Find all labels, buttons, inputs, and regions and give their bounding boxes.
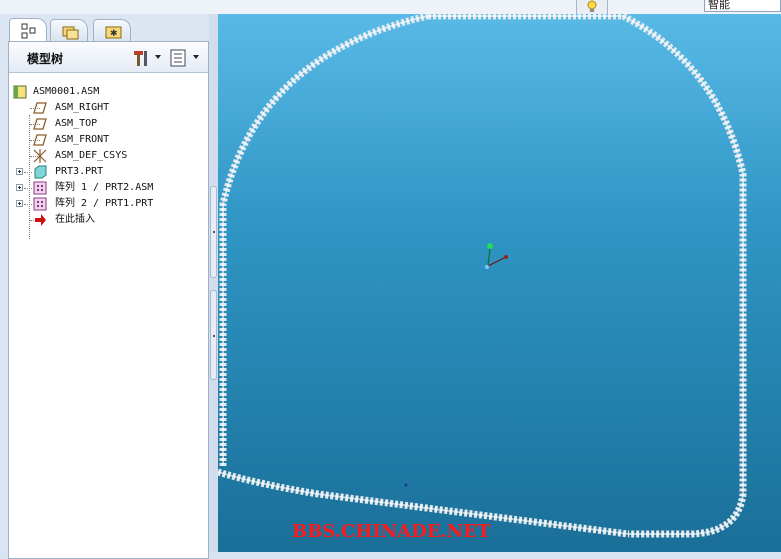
assembly-icon [13,85,27,99]
chevron-down-icon [193,55,199,59]
csys-icon [33,149,47,163]
tree-connector [24,172,32,173]
small-point-marker [404,483,408,487]
tree-show-button[interactable] [169,48,199,68]
tree-connector [24,188,32,189]
insert-here-arrow-icon [35,214,46,226]
tab-favorites[interactable]: ✱ [93,19,131,41]
tab-folder-browser[interactable] [50,19,88,41]
tree-item-pattern-2[interactable]: 阵列 2 / PRT1.PRT [9,196,208,212]
expand-icon[interactable] [16,200,23,207]
tree-item-asm-def-csys[interactable]: ASM_DEF_CSYS [9,148,208,164]
datum-plane-icon [33,118,47,130]
tree-item-prt3[interactable]: PRT3.PRT [9,164,208,180]
lightbulb-button[interactable] [576,0,608,14]
navigator-panel: ✱ 模型树 ASM0001.ASM ASM_RIGHT ASM_TOP ASM_… [0,14,218,559]
tab-model-tree[interactable] [9,18,47,42]
list-icon [170,49,186,67]
expand-icon[interactable] [16,168,23,175]
tree-item-asm-right[interactable]: ASM_RIGHT [9,100,208,116]
datum-plane-icon [33,102,47,114]
pattern-icon [33,181,47,195]
tree-settings-button[interactable] [131,48,161,68]
folder-icon [62,26,79,40]
splitter-grip-upper[interactable] [210,186,217,278]
tree-connector [24,204,32,205]
panel-splitter[interactable] [209,14,218,552]
svg-text:✱: ✱ [110,29,118,39]
datum-plane-icon [33,134,47,146]
chevron-down-icon [155,55,161,59]
tree-item-pattern-1[interactable]: 阵列 1 / PRT2.ASM [9,180,208,196]
chain-model [218,14,747,538]
coordinate-triad-icon [485,243,508,269]
favorites-icon: ✱ [105,26,122,39]
tree-item-insert-here[interactable]: 在此插入 [9,212,208,228]
splitter-grip-lower[interactable] [210,290,217,380]
tree-item-asm-top[interactable]: ASM_TOP [9,116,208,132]
model-tree-title: 模型树 [27,52,64,66]
watermark-text: BBS.CHINADE.NET [292,521,491,542]
model-tree-header: 模型树 [9,42,208,73]
lightbulb-icon [587,0,597,12]
grip-dot [213,335,215,337]
smart-filter-select[interactable]: 智能 [704,0,781,12]
tree-item-asm0001[interactable]: ASM0001.ASM [9,84,208,100]
model-tree-panel: 模型树 ASM0001.ASM ASM_RIGHT ASM_TOP ASM_FR… [8,41,209,559]
model-tree-icon [21,23,36,39]
top-toolbar-strip [0,0,781,15]
grip-dot [213,231,215,233]
hammer-wrench-icon [134,51,147,66]
smart-filter-value: 智能 [708,0,730,11]
part-icon [34,165,47,179]
graphics-viewport[interactable]: BBS.CHINADE.NET [218,14,781,552]
tree-item-asm-front[interactable]: ASM_FRONT [9,132,208,148]
pattern-icon [33,197,47,211]
expand-icon[interactable] [16,184,23,191]
